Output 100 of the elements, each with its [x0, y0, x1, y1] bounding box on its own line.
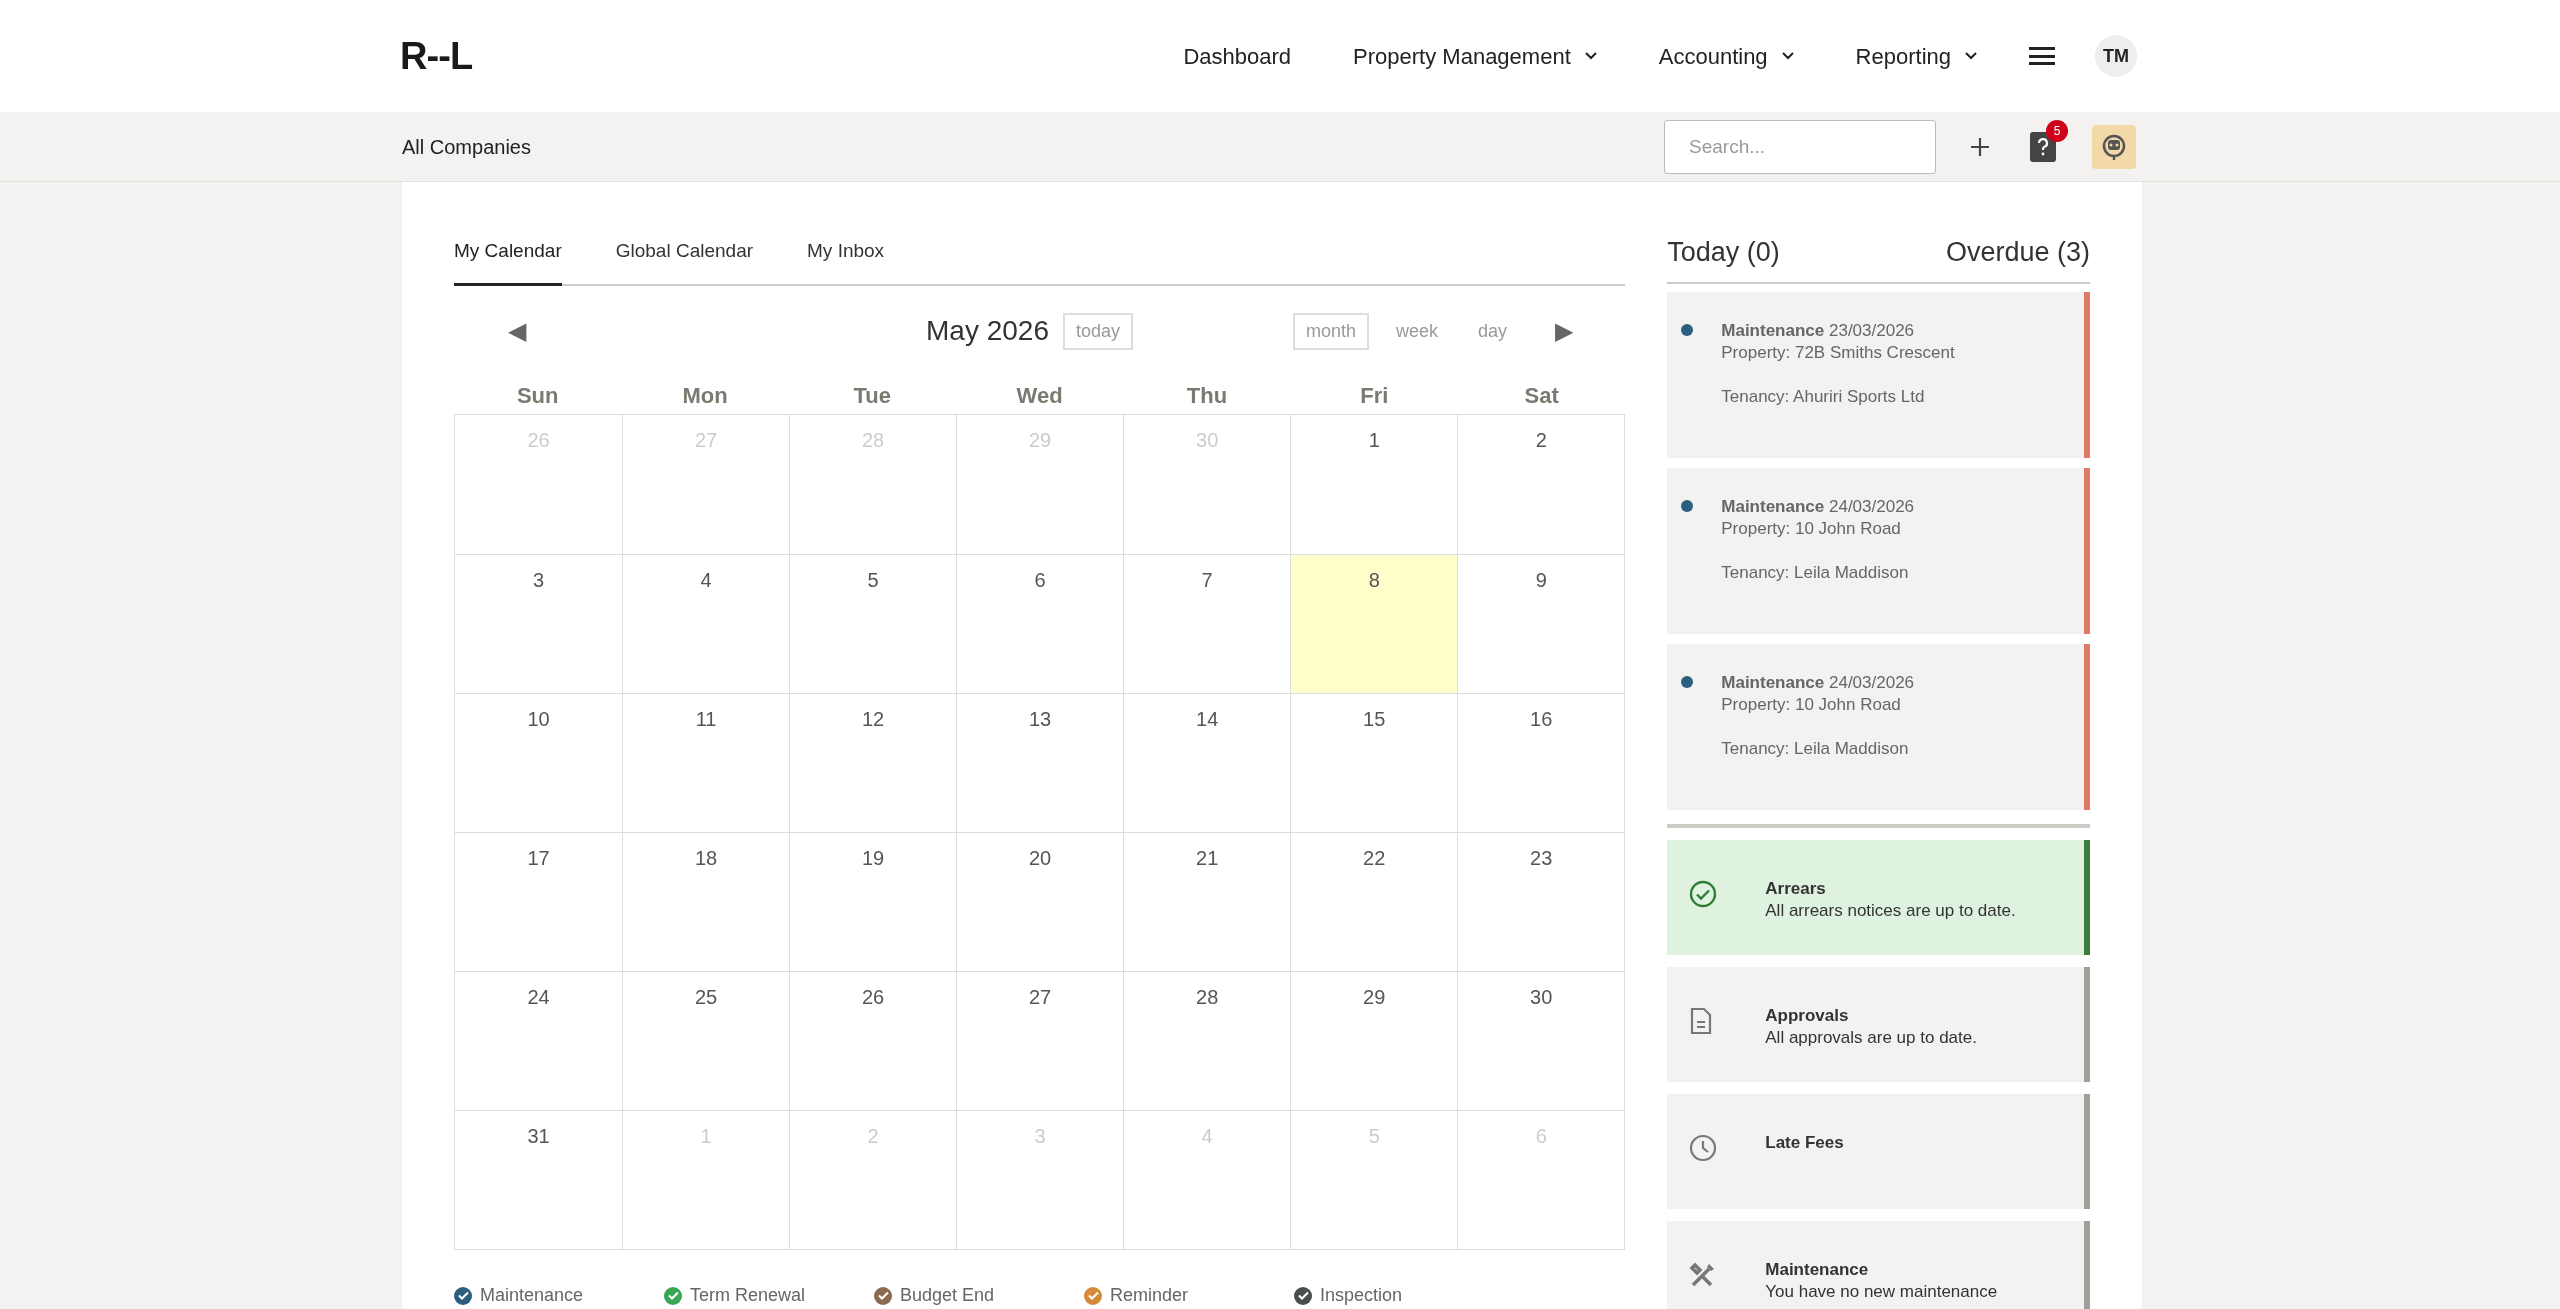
day-cell[interactable]: 11 — [622, 694, 790, 832]
document-icon — [1689, 1007, 1714, 1035]
logo[interactable]: R--L — [400, 27, 473, 85]
alert-title: Late Fees — [1765, 1132, 1844, 1154]
previous-month-button[interactable]: ◀ — [508, 313, 526, 349]
check-circle-icon — [1689, 880, 1718, 908]
day-cell[interactable]: 1 — [1290, 415, 1458, 554]
alert-title: Maintenance — [1765, 1259, 1870, 1281]
overdue-heading[interactable]: Overdue (3) — [1945, 231, 2090, 272]
legend-checkbox[interactable] — [874, 1286, 892, 1305]
assistant-button[interactable] — [2092, 124, 2136, 169]
check-icon — [877, 1291, 889, 1300]
day-cell[interactable]: 15 — [1290, 694, 1458, 832]
day-cell[interactable]: 12 — [789, 694, 957, 832]
day-number: 5 — [867, 569, 879, 591]
day-number: 14 — [1196, 708, 1219, 730]
day-cell[interactable]: 31 — [455, 1111, 623, 1249]
day-cell[interactable]: 6 — [956, 555, 1124, 693]
day-number: 16 — [1530, 708, 1553, 730]
task-card[interactable]: Maintenance 23/03/2026 Property: 72B Smiths Crescent Tenancy: Ahuriri Sports Ltd — [1667, 292, 2090, 458]
task-property: Property: 10 John Road — [1721, 694, 1902, 716]
company-selector[interactable]: All Companies — [402, 131, 531, 162]
day-cell[interactable]: 22 — [1290, 833, 1458, 971]
task-tenancy: Tenancy: Ahuriri Sports Ltd — [1721, 386, 1926, 408]
nav-link[interactable]: Reporting — [1855, 39, 1977, 73]
day-number: 25 — [694, 986, 718, 1008]
day-cell[interactable]: 21 — [1123, 833, 1291, 971]
day-cell[interactable]: 29 — [1290, 972, 1458, 1110]
day-number: 23 — [1530, 847, 1553, 869]
day-cell[interactable]: 27 — [956, 972, 1124, 1110]
nav-link[interactable]: Property Management — [1353, 39, 1597, 73]
day-cell[interactable]: 25 — [622, 972, 790, 1110]
help-button[interactable] — [2030, 131, 2056, 162]
day-cell[interactable]: 30 — [1457, 972, 1625, 1110]
day-number: 20 — [1029, 847, 1052, 869]
legend-checkbox[interactable] — [1084, 1286, 1102, 1305]
plus-icon[interactable] — [1970, 136, 1990, 157]
task-tenancy: Tenancy: Leila Maddison — [1721, 562, 1910, 584]
day-cell[interactable]: 28 — [1123, 972, 1291, 1110]
day-number: 7 — [1201, 569, 1213, 591]
day-cell[interactable]: 24 — [455, 972, 623, 1110]
check-icon — [457, 1291, 469, 1300]
day-cell[interactable]: 4 — [622, 555, 790, 693]
search-field[interactable]: Search... — [1664, 119, 1936, 174]
alert-card[interactable]: Arrears All arrears notices are up to date. — [1667, 840, 2090, 955]
today-heading[interactable]: Today (0) — [1667, 231, 1780, 272]
day-cell[interactable]: 2 — [1457, 415, 1625, 554]
day-number: 6 — [1034, 569, 1046, 591]
day-number: 30 — [1530, 986, 1553, 1008]
day-number: 1 — [1368, 429, 1380, 451]
day-cell[interactable]: 3 — [455, 555, 623, 693]
task-tenancy: Tenancy: Leila Maddison — [1721, 738, 1910, 760]
day-number: 24 — [527, 986, 550, 1008]
alert-text: You have no new maintenance — [1765, 1281, 1999, 1303]
notification-badge: 5 — [2046, 119, 2068, 142]
task-card[interactable]: Maintenance 24/03/2026 Property: 10 John Road Tenancy: Leila Maddison — [1667, 468, 2090, 634]
nav-link[interactable]: Accounting — [1658, 39, 1794, 73]
day-number: 2 — [1535, 429, 1547, 451]
next-month-button[interactable]: ▶ — [1555, 313, 1574, 349]
alert-card[interactable]: Maintenance You have no new maintenance — [1667, 1221, 2090, 1309]
day-number: 17 — [527, 847, 550, 869]
calendar-tab[interactable]: My Inbox — [807, 236, 885, 286]
day-cell[interactable]: 19 — [789, 833, 957, 971]
task-title: Maintenance 24/03/2026 — [1721, 496, 1915, 518]
weekday-label: Fri — [1360, 382, 1389, 408]
calendar-tab[interactable]: Global Calendar — [615, 236, 754, 286]
day-cell[interactable]: 16 — [1457, 694, 1625, 832]
day-number: 18 — [694, 847, 718, 869]
day-number: 11 — [695, 708, 717, 730]
check-icon — [1297, 1291, 1309, 1300]
weekday-label: Sun — [516, 382, 559, 408]
legend-checkbox[interactable] — [1294, 1286, 1312, 1305]
alert-card[interactable]: Late Fees — [1667, 1094, 2090, 1209]
weekday-label: Mon — [682, 382, 728, 408]
task-card[interactable]: Maintenance 24/03/2026 Property: 10 John Road Tenancy: Leila Maddison — [1667, 644, 2090, 810]
menu-icon[interactable] — [2029, 47, 2055, 65]
legend-label: Reminder — [1110, 1284, 1189, 1307]
day-cell[interactable]: 17 — [455, 833, 623, 971]
legend-checkbox[interactable] — [664, 1286, 682, 1305]
day-cell[interactable]: 14 — [1123, 694, 1291, 832]
alert-text: All approvals are up to date. — [1765, 1027, 1978, 1049]
day-cell[interactable]: 10 — [455, 694, 623, 832]
alert-card[interactable]: Approvals All approvals are up to date. — [1667, 967, 2090, 1082]
day-cell[interactable]: 23 — [1457, 833, 1625, 971]
question-icon — [2037, 137, 2049, 156]
weekday-label: Tue — [853, 382, 892, 408]
alert-text: All arrears notices are up to date. — [1765, 900, 2017, 922]
day-cell[interactable]: 20 — [956, 833, 1124, 971]
calendar-tab[interactable]: My Calendar — [454, 236, 562, 286]
legend-checkbox[interactable] — [454, 1286, 472, 1305]
day-cell[interactable]: 13 — [956, 694, 1124, 832]
user-avatar[interactable]: TM — [2095, 35, 2137, 77]
day-cell[interactable]: 8 — [1290, 555, 1458, 693]
day-cell[interactable]: 26 — [789, 972, 957, 1110]
day-number: 13 — [1029, 708, 1052, 730]
task-title: Maintenance 24/03/2026 — [1721, 672, 1915, 694]
nav-link[interactable]: Dashboard — [1183, 39, 1292, 73]
day-cell[interactable]: 5 — [789, 555, 957, 693]
day-cell[interactable]: 18 — [622, 833, 790, 971]
day-cell[interactable]: 9 — [1457, 555, 1625, 693]
